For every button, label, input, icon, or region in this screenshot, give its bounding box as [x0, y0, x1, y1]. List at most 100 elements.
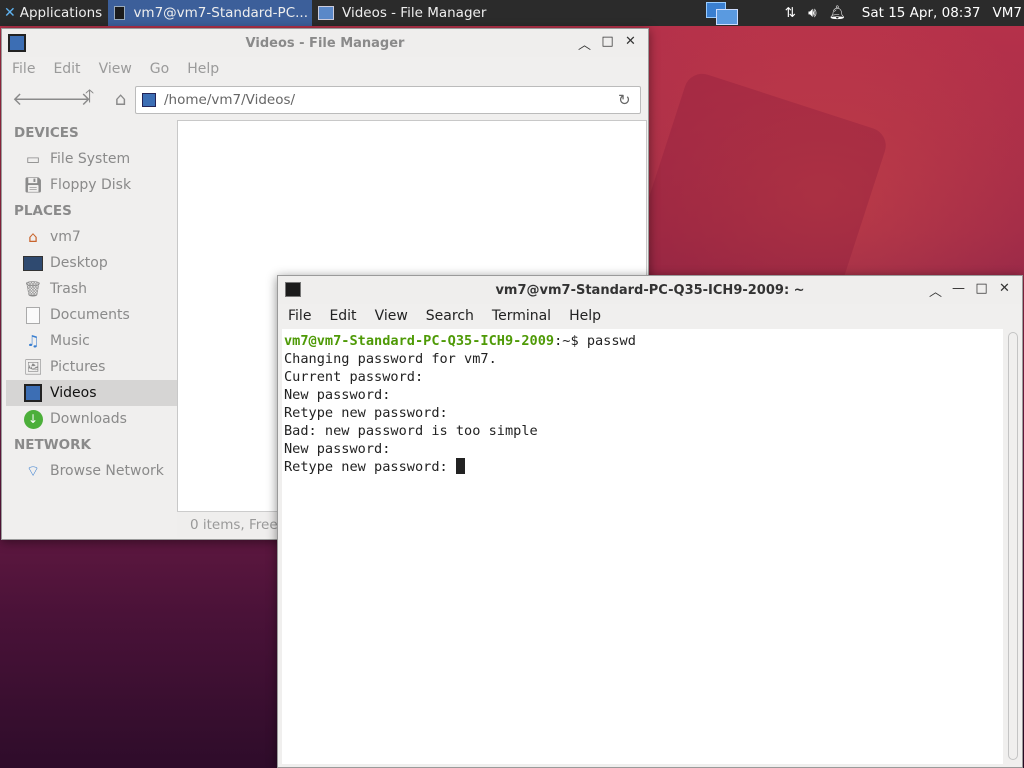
terminal-titlebar[interactable]: vm7@vm7-Standard-PC-Q35-ICH9-2009: ~ ︿ —…: [278, 276, 1022, 304]
menu-edit[interactable]: Edit: [329, 308, 356, 324]
sidebar-item-documents[interactable]: Documents: [6, 302, 177, 328]
sidebar-item-label: File System: [50, 151, 131, 167]
terminal-menubar: File Edit View Search Terminal Help: [278, 304, 1022, 328]
sidebar-item-pictures[interactable]: 🖼︎ Pictures: [6, 354, 177, 380]
sidebar-item-music[interactable]: ♫ Music: [6, 328, 177, 354]
system-tray: ⇅ 🔊︎ 🔔︎ Sat 15 Apr, 08:37 VM7: [779, 0, 1024, 26]
maximize-icon[interactable]: □: [970, 281, 993, 300]
sidebar-item-downloads[interactable]: ↓ Downloads: [6, 406, 177, 432]
taskbar-item-label: Videos - File Manager: [342, 5, 487, 21]
sidebar-item-label: Documents: [50, 307, 130, 323]
close-icon[interactable]: ✕: [993, 281, 1016, 300]
drive-icon: ▭: [25, 150, 41, 168]
sidebar-item-label: Trash: [50, 281, 87, 297]
sidebar-item-desktop[interactable]: Desktop: [6, 250, 177, 276]
sidebar-header-network: NETWORK: [14, 437, 91, 453]
taskbar-item-file-manager[interactable]: Videos - File Manager: [312, 0, 512, 26]
terminal-line: Changing password for vm7.: [284, 351, 497, 367]
taskbar-item-label: vm7@vm7-Standard-PC...: [133, 5, 308, 21]
terminal-line: New password:: [284, 441, 391, 457]
up-arrow-icon[interactable]: 🡑: [74, 84, 105, 114]
sidebar-item-label: Browse Network: [50, 463, 164, 479]
terminal-line: Current password:: [284, 369, 424, 385]
current-line-text: Retype new password:: [284, 459, 456, 475]
minimize-icon[interactable]: ︿: [573, 34, 596, 53]
file-manager-menubar: File Edit View Go Help: [2, 57, 648, 81]
network-updown-icon[interactable]: ⇅: [785, 5, 796, 21]
window-title: vm7@vm7-Standard-PC-Q35-ICH9-2009: ~: [495, 282, 805, 298]
sidebar-item-floppy-disk[interactable]: 💾︎ Floppy Disk: [6, 172, 177, 198]
sidebar-item-label: Floppy Disk: [50, 177, 132, 193]
menu-view[interactable]: View: [99, 61, 132, 77]
music-icon: ♫: [26, 332, 40, 350]
location-bar[interactable]: /home/vm7/Videos/ ↻: [135, 86, 641, 114]
location-path[interactable]: /home/vm7/Videos/: [164, 92, 618, 108]
reload-icon[interactable]: ↻: [618, 91, 640, 109]
notification-bell-icon[interactable]: 🔔︎: [829, 5, 846, 21]
menu-help[interactable]: Help: [569, 308, 601, 324]
taskbar-item-terminal[interactable]: vm7@vm7-Standard-PC...: [108, 0, 312, 26]
home-icon[interactable]: ⌂: [105, 89, 136, 110]
trash-icon: 🗑︎: [23, 280, 43, 298]
applications-label: Applications: [19, 5, 103, 21]
back-arrow-icon[interactable]: 🡐: [12, 89, 60, 110]
menu-go[interactable]: Go: [150, 61, 169, 77]
top-panel: ✕ Applications vm7@vm7-Standard-PC... Vi…: [0, 0, 1024, 26]
forward-arrow-icon[interactable]: 🡒: [43, 89, 91, 110]
clock[interactable]: Sat 15 Apr, 08:37: [862, 5, 981, 21]
floppy-icon: 💾︎: [23, 176, 43, 194]
file-manager-titlebar[interactable]: Videos - File Manager ︿ □ ✕: [2, 29, 648, 57]
terminal-line: New password:: [284, 387, 391, 403]
terminal-line: Retype new password:: [284, 405, 448, 421]
menu-file[interactable]: File: [288, 308, 311, 324]
film-icon: [318, 6, 334, 20]
terminal-line: Retype new password:: [284, 458, 1001, 476]
close-icon[interactable]: ✕: [619, 34, 642, 53]
documents-icon: [22, 305, 44, 325]
iconify-icon[interactable]: —: [947, 281, 970, 300]
sidebar-item-label: vm7: [50, 229, 81, 245]
sidebar-item-label: Videos: [50, 385, 97, 401]
terminal-line: vm7@vm7-Standard-PC-Q35-ICH9-2009:~$ pas…: [284, 332, 1001, 350]
command-text: :~$ passwd: [554, 333, 636, 349]
applications-menu-button[interactable]: ✕ Applications: [0, 0, 108, 26]
workspace-switcher[interactable]: [702, 1, 740, 25]
sidebar-item-file-system[interactable]: ▭ File System: [6, 146, 177, 172]
xfce-logo-icon: ✕: [4, 5, 16, 21]
menu-view[interactable]: View: [375, 308, 408, 324]
sidebar-item-label: Desktop: [50, 255, 108, 271]
terminal-output[interactable]: vm7@vm7-Standard-PC-Q35-ICH9-2009:~$ pas…: [282, 329, 1003, 764]
pictures-icon: 🖼︎: [23, 358, 43, 376]
minimize-icon[interactable]: ︿: [924, 281, 947, 300]
menu-file[interactable]: File: [12, 61, 35, 77]
sidebar-item-trash[interactable]: 🗑︎ Trash: [6, 276, 177, 302]
menu-terminal[interactable]: Terminal: [492, 308, 551, 324]
sidebar-item-vm7[interactable]: ⌂ vm7: [6, 224, 177, 250]
folder-videos-icon: [142, 93, 156, 107]
sidebar: DEVICES ▭ File System 💾︎ Floppy Disk PLA…: [6, 120, 177, 536]
maximize-icon[interactable]: □: [596, 34, 619, 53]
terminal-scrollbar[interactable]: [1008, 332, 1018, 760]
workspace-window-thumb: [716, 9, 738, 25]
menu-edit[interactable]: Edit: [53, 61, 80, 77]
downloads-icon: ↓: [22, 409, 44, 429]
terminal-window: vm7@vm7-Standard-PC-Q35-ICH9-2009: ~ ︿ —…: [277, 275, 1023, 768]
sidebar-item-videos[interactable]: Videos: [6, 380, 177, 406]
menu-help[interactable]: Help: [187, 61, 219, 77]
user-menu[interactable]: VM7: [993, 5, 1022, 21]
menu-search[interactable]: Search: [426, 308, 474, 324]
shell-prompt: vm7@vm7-Standard-PC-Q35-ICH9-2009: [284, 333, 555, 349]
sidebar-header-devices: DEVICES: [14, 125, 79, 141]
desktop-icon: [22, 253, 44, 273]
videos-icon: [22, 383, 44, 403]
window-title: Videos - File Manager: [245, 35, 405, 51]
volume-icon[interactable]: 🔊︎: [808, 5, 817, 21]
sidebar-item-browse-network[interactable]: ⌔ Browse Network: [6, 458, 177, 484]
sidebar-item-label: Music: [50, 333, 90, 349]
home-icon: ⌂: [28, 228, 38, 246]
text-cursor: [455, 458, 465, 474]
wifi-icon: ⌔: [25, 461, 41, 480]
terminal-line: Bad: new password is too simple: [284, 423, 538, 439]
sidebar-header-places: PLACES: [14, 203, 72, 219]
terminal-icon: [114, 6, 126, 20]
